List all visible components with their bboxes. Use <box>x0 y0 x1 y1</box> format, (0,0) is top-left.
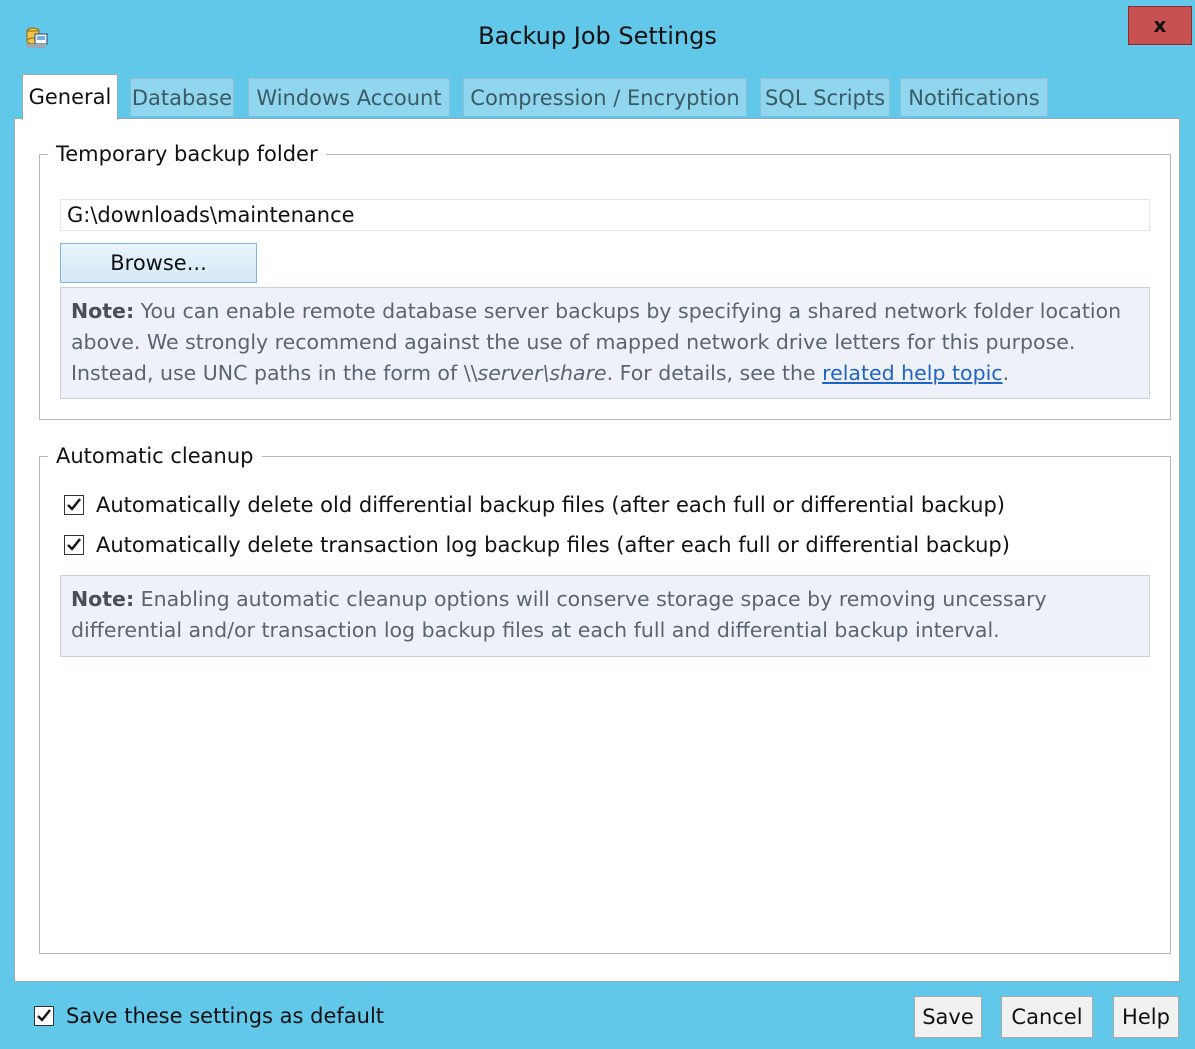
cancel-button[interactable]: Cancel <box>1001 996 1093 1038</box>
tab-notifications[interactable]: Notifications <box>900 78 1048 116</box>
tab-content-general: Temporary backup folder G:\downloads\mai… <box>14 118 1180 982</box>
cleanup-note: Note: Enabling automatic cleanup options… <box>60 575 1150 657</box>
delete-transaction-log-checkbox[interactable] <box>64 535 84 555</box>
unc-share: share <box>549 361 607 385</box>
note-text-3: . <box>1002 361 1010 385</box>
temp-folder-group: Temporary backup folder G:\downloads\mai… <box>39 139 1171 420</box>
checkmark-icon <box>37 1009 51 1022</box>
delete-differential-checkbox[interactable] <box>64 495 84 515</box>
tab-strip: General Database Windows Account Compres… <box>22 74 1195 120</box>
unc-server: server <box>477 361 543 385</box>
note-label: Note: <box>71 299 135 323</box>
checkmark-icon <box>67 498 81 511</box>
dialog-window: Backup Job Settings x General Database W… <box>0 0 1195 1049</box>
delete-transaction-log-label: Automatically delete transaction log bac… <box>96 533 1010 557</box>
unc-prefix: \\ <box>463 361 478 385</box>
related-help-topic-link[interactable]: related help topic <box>822 361 1002 385</box>
close-button[interactable]: x <box>1128 6 1192 45</box>
delete-transaction-log-option[interactable]: Automatically delete transaction log bac… <box>60 529 1060 561</box>
cleanup-group: Automatic cleanup Automatically delete o… <box>39 441 1171 954</box>
note-label: Note: <box>71 587 135 611</box>
note-text-2: . For details, see the <box>606 361 823 385</box>
cleanup-legend: Automatic cleanup <box>48 441 262 471</box>
browse-button[interactable]: Browse... <box>60 243 257 283</box>
checkmark-icon <box>67 538 81 551</box>
temp-folder-note: Note: You can enable remote database ser… <box>60 287 1150 399</box>
delete-differential-label: Automatically delete old differential ba… <box>96 493 1005 517</box>
save-as-default-label: Save these settings as default <box>66 1004 385 1028</box>
tab-sql-scripts[interactable]: SQL Scripts <box>760 78 890 116</box>
save-as-default-option[interactable]: Save these settings as default <box>30 1000 450 1032</box>
tab-compression-encryption[interactable]: Compression / Encryption <box>463 78 747 116</box>
title-bar[interactable]: Backup Job Settings x <box>0 0 1195 72</box>
delete-differential-option[interactable]: Automatically delete old differential ba… <box>60 489 1060 521</box>
tab-windows-account[interactable]: Windows Account <box>248 78 450 116</box>
tab-general[interactable]: General <box>22 74 118 120</box>
note-text: Enabling automatic cleanup options will … <box>71 587 1047 642</box>
temp-folder-legend: Temporary backup folder <box>48 139 326 169</box>
backup-folder-path-field[interactable]: G:\downloads\maintenance <box>60 199 1150 231</box>
tab-database[interactable]: Database <box>130 78 234 116</box>
save-button[interactable]: Save <box>914 996 982 1038</box>
help-button[interactable]: Help <box>1113 996 1179 1038</box>
window-title: Backup Job Settings <box>478 22 717 50</box>
save-as-default-checkbox[interactable] <box>34 1006 54 1026</box>
